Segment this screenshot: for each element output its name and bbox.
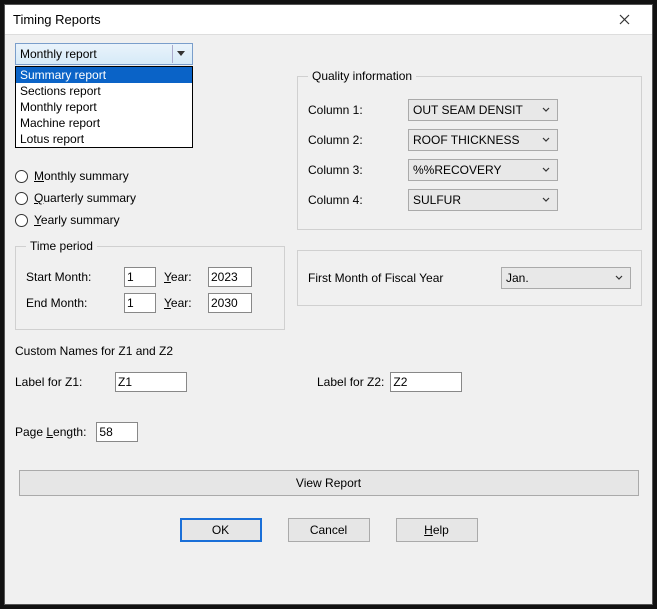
fiscal-year-group: First Month of Fiscal Year Jan.	[297, 250, 642, 306]
end-month-label: End Month:	[26, 296, 116, 310]
dropdown-item[interactable]: Monthly report	[16, 99, 192, 115]
report-type-dropdown: Summary report Sections report Monthly r…	[15, 66, 193, 148]
quality-info-group: Quality information Column 1: OUT SEAM D…	[297, 69, 642, 230]
z2-input[interactable]	[390, 372, 462, 392]
radio-yearly-summary[interactable]: Yearly summary	[15, 213, 285, 227]
time-period-legend: Time period	[26, 239, 97, 253]
quality-col1-label: Column 1:	[308, 103, 408, 117]
fiscal-month-select[interactable]: Jan.	[501, 267, 631, 289]
z2-label: Label for Z2:	[317, 375, 384, 389]
button-label: Help	[424, 523, 449, 537]
custom-names-section: Custom Names for Z1 and Z2 Label for Z1:…	[15, 344, 642, 392]
dialog-window: Timing Reports Monthly report Summary re…	[4, 4, 653, 605]
quality-col3-label: Column 3:	[308, 163, 408, 177]
window-title: Timing Reports	[13, 12, 101, 27]
start-year-label: Year:	[164, 270, 200, 284]
radio-quarterly-summary[interactable]: Quarterly summary	[15, 191, 285, 205]
end-year-label: Year:	[164, 296, 200, 310]
radio-label: Yearly summary	[34, 213, 120, 227]
page-length-label: Page Length:	[15, 425, 86, 439]
radio-label: Quarterly summary	[34, 191, 136, 205]
dropdown-item[interactable]: Lotus report	[16, 131, 192, 147]
chevron-down-icon	[539, 197, 553, 203]
z1-input[interactable]	[115, 372, 187, 392]
radio-monthly-summary[interactable]: Monthly summary	[15, 169, 285, 183]
quality-col1-select[interactable]: OUT SEAM DENSIT	[408, 99, 558, 121]
quality-col4-label: Column 4:	[308, 193, 408, 207]
chevron-down-icon	[612, 275, 626, 281]
quality-col2-select[interactable]: ROOF THICKNESS	[408, 129, 558, 151]
end-year-input[interactable]	[208, 293, 252, 313]
radio-icon	[15, 192, 28, 205]
start-month-label: Start Month:	[26, 270, 116, 284]
titlebar: Timing Reports	[5, 5, 652, 35]
report-type-selected: Monthly report	[20, 47, 97, 61]
page-length-input[interactable]	[96, 422, 138, 442]
help-button[interactable]: Help	[396, 518, 478, 542]
select-value: ROOF THICKNESS	[413, 133, 519, 147]
close-icon	[619, 14, 630, 25]
quality-col4-select[interactable]: SULFUR	[408, 189, 558, 211]
cancel-button[interactable]: Cancel	[288, 518, 370, 542]
chevron-down-icon	[539, 167, 553, 173]
button-label: Cancel	[310, 523, 347, 537]
dialog-content: Monthly report Summary report Sections r…	[5, 35, 652, 604]
radio-icon	[15, 214, 28, 227]
select-value: %%RECOVERY	[413, 163, 501, 177]
ok-button[interactable]: OK	[180, 518, 262, 542]
report-type-combo[interactable]: Monthly report Summary report Sections r…	[15, 43, 193, 65]
chevron-down-icon	[539, 107, 553, 113]
view-report-button[interactable]: View Report	[19, 470, 639, 496]
chevron-down-icon	[539, 137, 553, 143]
end-month-input[interactable]	[124, 293, 156, 313]
fiscal-label: First Month of Fiscal Year	[308, 271, 491, 285]
select-value: SULFUR	[413, 193, 461, 207]
chevron-down-icon	[172, 45, 188, 63]
dropdown-item[interactable]: Machine report	[16, 115, 192, 131]
radio-label: Monthly summary	[34, 169, 129, 183]
close-button[interactable]	[604, 6, 644, 34]
dropdown-item[interactable]: Summary report	[16, 67, 192, 83]
select-value: OUT SEAM DENSIT	[413, 103, 523, 117]
quality-col2-label: Column 2:	[308, 133, 408, 147]
quality-legend: Quality information	[308, 69, 416, 83]
select-value: Jan.	[506, 271, 529, 285]
z1-label: Label for Z1:	[15, 375, 105, 389]
start-year-input[interactable]	[208, 267, 252, 287]
time-period-group: Time period Start Month: Year: End Month…	[15, 239, 285, 330]
button-label: View Report	[296, 476, 361, 490]
radio-icon	[15, 170, 28, 183]
dropdown-item[interactable]: Sections report	[16, 83, 192, 99]
start-month-input[interactable]	[124, 267, 156, 287]
custom-names-heading: Custom Names for Z1 and Z2	[15, 344, 642, 358]
quality-col3-select[interactable]: %%RECOVERY	[408, 159, 558, 181]
button-label: OK	[212, 523, 229, 537]
